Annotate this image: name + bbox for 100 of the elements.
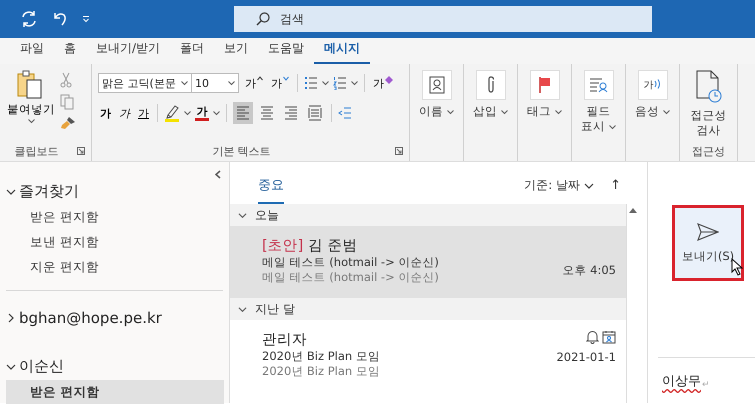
ribbon-button[interactable]: 삽입 bbox=[466, 70, 515, 141]
collapse-pane-icon[interactable] bbox=[215, 170, 221, 179]
bullet-list-icon[interactable] bbox=[304, 76, 318, 90]
up-caret-icon bbox=[257, 76, 263, 80]
group-header[interactable]: 지난 달 bbox=[230, 298, 626, 320]
ribbon-button[interactable]: 가 음성 bbox=[628, 70, 677, 141]
caret-icon bbox=[184, 110, 191, 116]
clear-formatting-button[interactable]: 가 bbox=[371, 76, 395, 90]
contact-card-icon bbox=[428, 76, 444, 94]
numbered-list-icon[interactable] bbox=[333, 76, 347, 90]
outdent-icon[interactable] bbox=[338, 106, 352, 120]
group-label: 접근성 bbox=[691, 144, 726, 158]
folder-section[interactable]: bghan@hope.pe.kr bbox=[0, 305, 168, 331]
sender-name: [초안] 김 준범 bbox=[262, 237, 359, 255]
caret-icon bbox=[213, 110, 220, 116]
message-time: 오후 4:05 bbox=[562, 262, 616, 278]
ribbon-tab[interactable]: 도움말 bbox=[258, 40, 314, 64]
caret-icon bbox=[351, 80, 358, 86]
ribbon-button[interactable]: 태그 bbox=[520, 70, 569, 141]
voice-icon: 가 bbox=[644, 78, 662, 92]
folder-section[interactable]: 즐겨찾기 bbox=[0, 178, 85, 205]
field-list-icon bbox=[588, 77, 608, 93]
document-check-icon bbox=[694, 70, 722, 104]
align-lines-icon bbox=[260, 105, 274, 121]
undo-icon[interactable] bbox=[52, 11, 68, 27]
sound-waves-icon bbox=[654, 79, 660, 89]
font-color-button[interactable]: 가 bbox=[195, 106, 209, 120]
dialog-launcher-icon[interactable] bbox=[77, 147, 85, 155]
send-button[interactable]: 보내기(S) bbox=[672, 205, 744, 281]
message-subject: 2020년 Biz Plan 모임 bbox=[262, 349, 381, 364]
message-item[interactable]: [초안] 김 준범 메일 테스트 (hotmail -> 이순신) 오후 4:05 메일 테스트 (hotmail -> 이순신) bbox=[230, 226, 626, 298]
caret-icon bbox=[446, 110, 454, 115]
paragraph-mark: ↵ bbox=[702, 380, 710, 390]
align-lines-icon bbox=[284, 105, 298, 121]
caret-icon bbox=[554, 110, 562, 115]
ribbon-button[interactable]: 필드 표시 bbox=[574, 70, 623, 141]
caret-icon bbox=[322, 80, 329, 86]
shrink-font-button[interactable]: 가 bbox=[269, 76, 291, 90]
font-name-dropdown[interactable]: 맑은 고딕(본문 bbox=[98, 73, 192, 93]
folder-item[interactable]: 받은 편지함 bbox=[6, 380, 224, 404]
ribbon-button[interactable]: 이름 bbox=[412, 70, 461, 141]
search-field[interactable]: 검색 bbox=[234, 6, 652, 32]
folder-item[interactable]: 보낸 편지함 bbox=[6, 230, 224, 255]
search-placeholder: 검색 bbox=[280, 10, 304, 28]
ribbon-button[interactable]: 접근성 검사 bbox=[684, 70, 734, 141]
ribbon-tab[interactable]: 보내기/받기 bbox=[86, 40, 170, 64]
paperclip-icon bbox=[486, 76, 496, 94]
align-lines-icon bbox=[236, 105, 250, 121]
caret-icon bbox=[500, 110, 508, 115]
group-header[interactable]: 오늘 bbox=[230, 204, 626, 226]
caret-icon bbox=[608, 124, 616, 130]
sort-direction-button[interactable]: ↑ bbox=[610, 178, 621, 193]
caret-icon bbox=[662, 110, 670, 115]
group-label: 기본 텍스트 bbox=[211, 144, 272, 158]
message-time: 2021-01-1 bbox=[556, 350, 616, 364]
caret-icon bbox=[228, 80, 235, 86]
grow-font-button[interactable]: 가 bbox=[243, 76, 265, 90]
message-body[interactable]: 이상무↵ bbox=[662, 372, 755, 390]
folder-section[interactable]: 이순신 bbox=[0, 353, 70, 380]
customize-toolbar-icon[interactable] bbox=[82, 15, 90, 23]
chevron-icon bbox=[6, 313, 16, 323]
caret-icon bbox=[28, 119, 34, 124]
underline-button[interactable]: 가 bbox=[136, 106, 151, 120]
folder-item[interactable]: 지운 편지함 bbox=[6, 255, 224, 280]
search-icon bbox=[256, 12, 270, 26]
align-button[interactable] bbox=[233, 102, 253, 124]
sender-name: 관리자 bbox=[262, 331, 308, 349]
paintbrush-icon[interactable] bbox=[60, 116, 76, 130]
scroll-up-icon[interactable] bbox=[629, 208, 637, 213]
scissors-icon[interactable] bbox=[60, 72, 72, 88]
folder-item[interactable]: 받은 편지함 bbox=[6, 205, 224, 230]
chevron-icon bbox=[238, 210, 247, 220]
ribbon-tab[interactable]: 폴더 bbox=[170, 40, 214, 64]
group-label: 클립보드 bbox=[14, 144, 60, 158]
copy-icon[interactable] bbox=[60, 94, 74, 110]
chevron-down-icon bbox=[584, 182, 594, 188]
chevron-icon bbox=[6, 362, 16, 372]
sync-icon[interactable] bbox=[20, 10, 38, 28]
highlighter-icon[interactable] bbox=[164, 104, 180, 122]
font-size-dropdown[interactable]: 10 bbox=[191, 73, 239, 93]
down-caret-icon bbox=[283, 76, 289, 80]
ribbon-tab[interactable]: 파일 bbox=[10, 40, 54, 64]
caret-icon bbox=[181, 80, 188, 86]
paste-button[interactable]: 붙여넣기 bbox=[6, 70, 56, 141]
flag-icon bbox=[538, 76, 552, 94]
message-item[interactable]: 관리자 2020년 Biz Plan 모임 2021-01-1 2020년 Biz Plan 모임 bbox=[230, 320, 626, 392]
message-preview: 2020년 Biz Plan 모임 bbox=[262, 364, 381, 379]
sort-dropdown[interactable]: 기준: 날짜 bbox=[524, 177, 594, 194]
chevron-icon bbox=[6, 186, 16, 196]
body-text: 이상무 bbox=[662, 373, 701, 390]
ribbon-tab[interactable]: 보기 bbox=[214, 40, 258, 64]
italic-button[interactable]: 가 bbox=[117, 106, 132, 120]
dialog-launcher-icon[interactable] bbox=[395, 147, 403, 155]
bold-button[interactable]: 가 bbox=[98, 106, 113, 120]
message-subject: 메일 테스트 (hotmail -> 이순신) bbox=[262, 255, 440, 270]
ribbon-tab[interactable]: 홈 bbox=[54, 40, 86, 64]
calendar-person-icon bbox=[602, 330, 616, 344]
chevron-icon bbox=[238, 304, 247, 314]
message-preview: 메일 테스트 (hotmail -> 이순신) bbox=[262, 270, 440, 285]
send-icon bbox=[697, 222, 719, 240]
